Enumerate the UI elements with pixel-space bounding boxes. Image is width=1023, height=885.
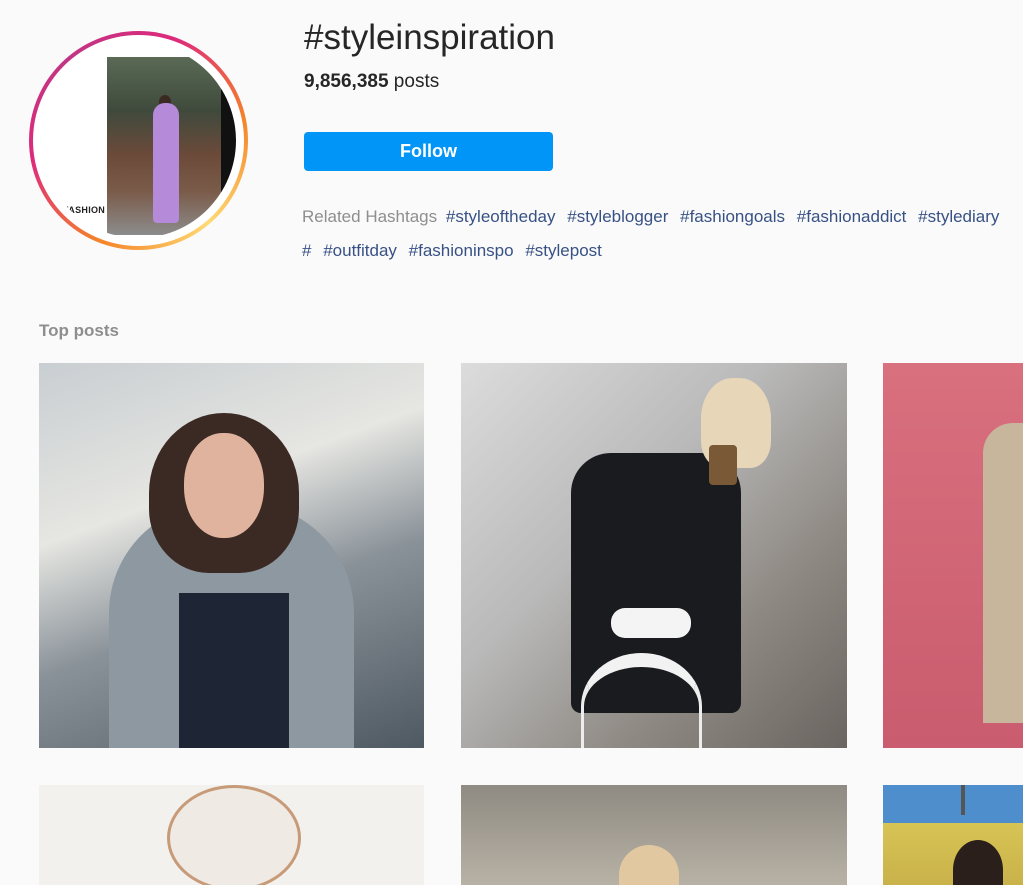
related-tag[interactable]: #styleoftheday xyxy=(446,207,556,226)
post-count: 9,856,385 posts xyxy=(304,71,439,93)
post-thumbnail-4[interactable] xyxy=(39,785,424,885)
avatar-image: FASHION xyxy=(41,43,236,238)
related-hashtags-label: Related Hashtags xyxy=(302,207,438,226)
related-tag[interactable]: #stylepost xyxy=(525,241,602,260)
related-hashtags: Related Hashtags #styleoftheday #stylebl… xyxy=(302,200,1023,268)
follow-button[interactable]: Follow xyxy=(304,132,553,171)
related-tag[interactable]: # xyxy=(302,241,311,260)
post-thumbnail-1[interactable] xyxy=(39,363,424,748)
page-title: #styleinspiration xyxy=(304,18,555,57)
related-tag[interactable]: #fashiongoals xyxy=(680,207,785,226)
avatar-caption: FASHION xyxy=(63,205,106,215)
post-thumbnail-2[interactable] xyxy=(461,363,847,748)
post-thumbnail-6[interactable] xyxy=(883,785,1023,885)
post-thumbnail-3[interactable] xyxy=(883,363,1023,748)
related-tag[interactable]: #stylediary xyxy=(918,207,999,226)
post-count-number: 9,856,385 xyxy=(304,71,389,92)
related-tag[interactable]: #outfitday xyxy=(323,241,397,260)
post-count-suffix: posts xyxy=(388,71,440,92)
related-tag[interactable]: #fashionaddict xyxy=(797,207,907,226)
post-thumbnail-5[interactable] xyxy=(461,785,847,885)
top-posts-heading: Top posts xyxy=(39,321,119,340)
related-tag[interactable]: #styleblogger xyxy=(567,207,668,226)
hashtag-avatar: FASHION xyxy=(29,31,248,250)
related-tag[interactable]: #fashioninspo xyxy=(409,241,514,260)
